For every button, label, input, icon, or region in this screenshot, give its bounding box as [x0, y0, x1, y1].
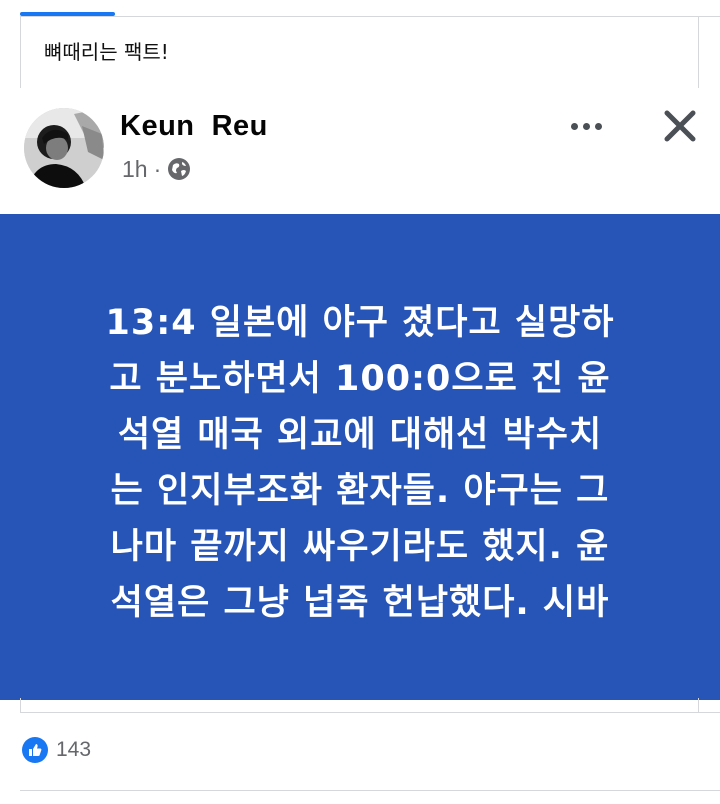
- card-text-line: 고 분노하면서 100:0으로 진 윤: [109, 359, 611, 399]
- like-icon: [22, 737, 48, 763]
- more-options-button[interactable]: [564, 112, 608, 140]
- shared-post: Keun Reu 1h · 13:4 일본에 야구 졌다고 실망하 고 분노하면…: [0, 88, 720, 700]
- card-text-line: 석열 매국 외교에 대해선 박수치: [117, 415, 603, 455]
- author-name[interactable]: Keun Reu: [120, 110, 268, 143]
- reaction-count: 143: [56, 738, 92, 761]
- divider: [20, 790, 720, 791]
- reaction-summary[interactable]: 143: [22, 736, 91, 764]
- text-background-card: 13:4 일본에 야구 졌다고 실망하 고 분노하면서 100:0으로 진 윤 …: [0, 214, 720, 700]
- globe-icon: [167, 157, 191, 181]
- more-options-icon: [570, 122, 578, 130]
- post-border-left: [20, 698, 21, 712]
- close-button[interactable]: [660, 106, 700, 146]
- facebook-post-screenshot: 뼈때리는 팩트! Keun Reu 1h · 13:4 일본에 야구 졌다고 실…: [0, 0, 720, 804]
- post-border-left: [20, 16, 21, 88]
- post-meta: 1h ·: [122, 154, 191, 184]
- more-options-dot: [594, 122, 602, 130]
- post-time[interactable]: 1h: [122, 156, 148, 183]
- more-options-dot: [582, 122, 590, 130]
- card-text-line: 나마 끝까지 싸우기라도 했지. 윤: [110, 527, 610, 567]
- close-icon: [664, 110, 696, 142]
- post-caption: 뼈때리는 팩트!: [44, 40, 169, 64]
- post-border-right: [698, 16, 699, 88]
- card-text-line: 는 인지부조화 환자들. 야구는 그: [110, 471, 610, 511]
- post-border-right: [698, 698, 699, 712]
- divider: [20, 712, 720, 713]
- card-text-line: 13:4 일본에 야구 졌다고 실망하: [105, 303, 615, 343]
- card-text-line: 석열은 그냥 넙죽 헌납했다. 시바: [110, 583, 610, 623]
- divider: [20, 16, 720, 17]
- avatar[interactable]: [24, 108, 104, 188]
- meta-separator: ·: [153, 155, 162, 182]
- card-text: 13:4 일본에 야구 졌다고 실망하 고 분노하면서 100:0으로 진 윤 …: [50, 295, 670, 631]
